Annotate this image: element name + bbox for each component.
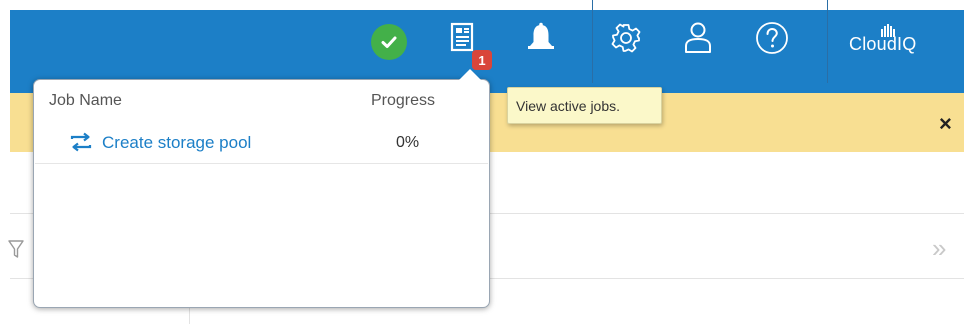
banner-close-button[interactable]: × xyxy=(939,113,952,135)
jobs-count-badge: 1 xyxy=(472,50,492,70)
gear-icon xyxy=(611,23,641,53)
job-name-link[interactable]: Create storage pool xyxy=(102,133,251,153)
header-divider xyxy=(592,0,593,83)
sync-job-icon xyxy=(70,132,92,152)
job-progress-value: 0% xyxy=(396,134,420,151)
progress-column-header: Progress xyxy=(371,92,436,109)
user-icon xyxy=(685,22,711,53)
job-row-divider xyxy=(35,163,488,164)
settings-button[interactable] xyxy=(606,18,646,58)
help-icon xyxy=(756,22,788,54)
expand-panel-button[interactable]: » xyxy=(932,235,946,261)
jobs-tooltip: View active jobs. xyxy=(507,87,662,124)
active-jobs-popover: Job Name Progress Create storage pool 0% xyxy=(33,79,490,308)
jobs-icon xyxy=(450,22,474,52)
help-button[interactable] xyxy=(752,18,792,58)
alerts-button[interactable] xyxy=(521,18,561,58)
bell-icon xyxy=(528,22,554,49)
popover-caret xyxy=(459,69,481,80)
system-status-icon[interactable] xyxy=(371,24,407,60)
checkmark-icon xyxy=(381,36,397,48)
filter-icon[interactable] xyxy=(8,238,24,260)
table-column-divider xyxy=(189,307,190,324)
user-button[interactable] xyxy=(678,18,718,58)
brand-logo[interactable]: CloudIQ xyxy=(849,34,916,55)
header-divider xyxy=(827,0,828,83)
job-name-column-header: Job Name xyxy=(49,92,122,109)
